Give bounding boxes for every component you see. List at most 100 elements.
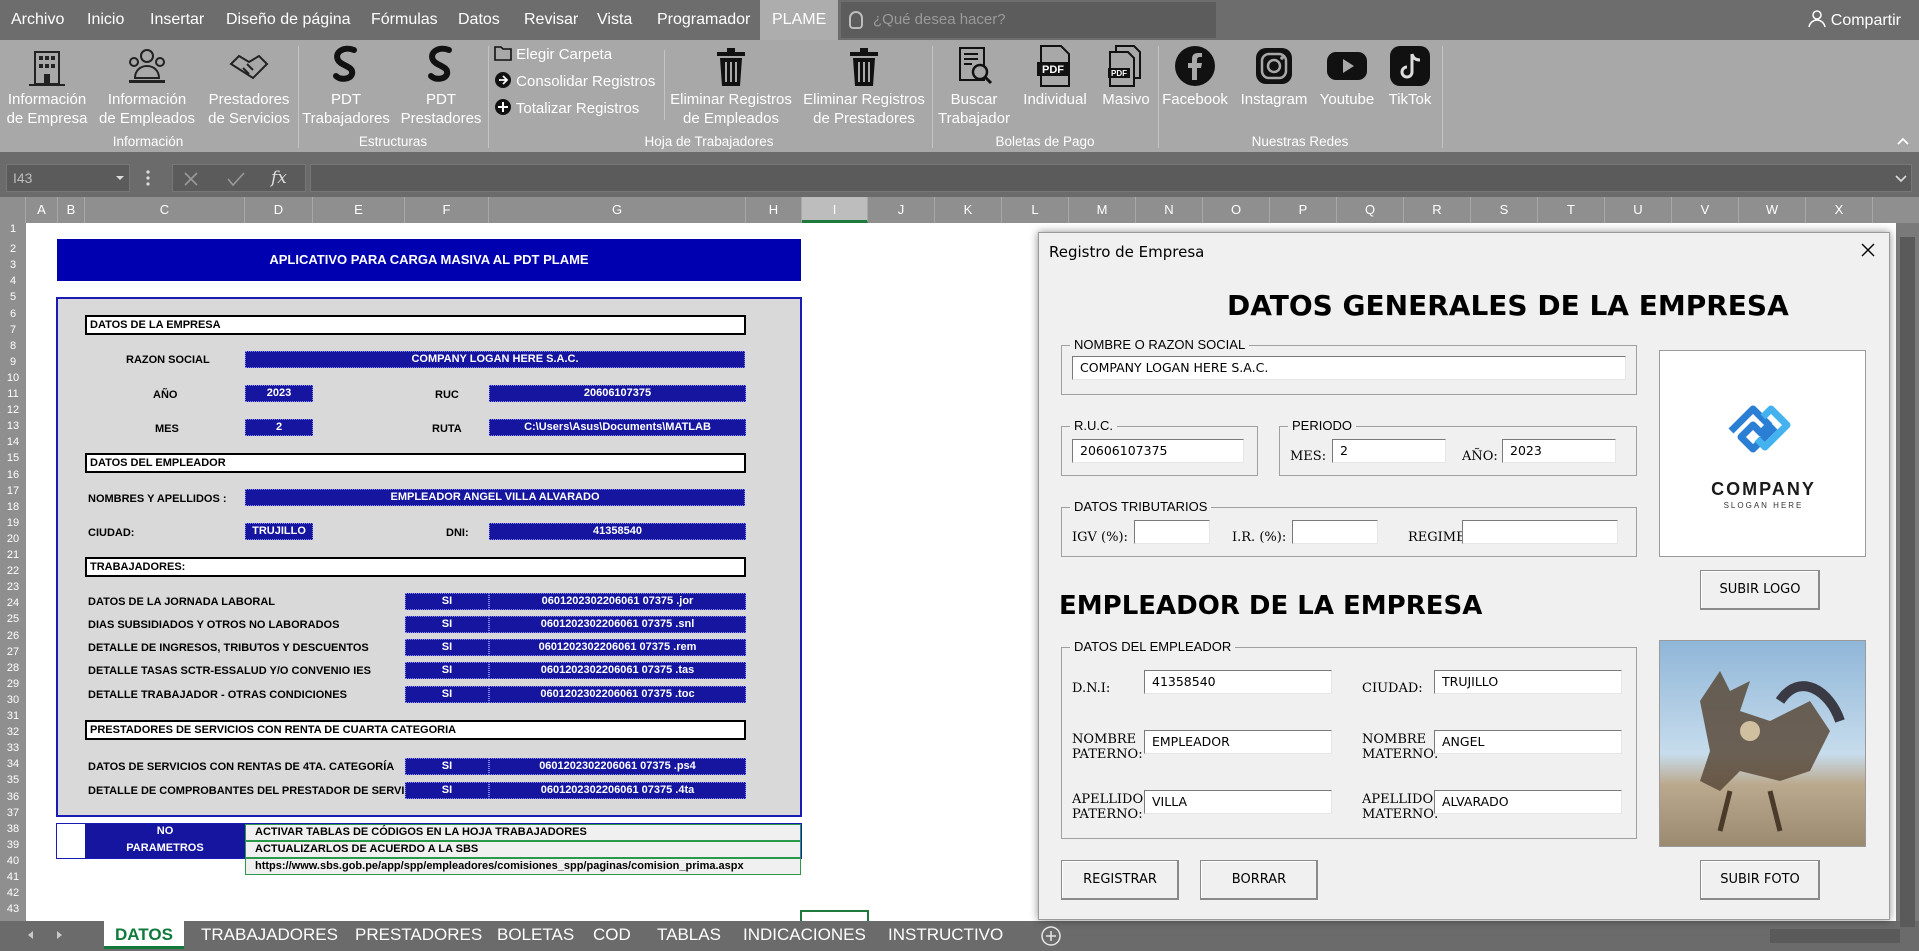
- col-header[interactable]: U: [1605, 197, 1672, 223]
- trab-row-file[interactable]: 0601202302206061 07375 .rem: [489, 639, 746, 656]
- mes-cell[interactable]: 2: [245, 419, 313, 436]
- menu-revisar[interactable]: Revisar: [524, 0, 578, 40]
- col-header[interactable]: K: [935, 197, 1002, 223]
- borrar-button[interactable]: BORRAR: [1200, 860, 1318, 900]
- row-header[interactable]: 29: [0, 678, 26, 690]
- row-header[interactable]: 36: [0, 791, 26, 803]
- row-header[interactable]: 22: [0, 565, 26, 577]
- ir-input[interactable]: [1292, 520, 1378, 544]
- expand-formula-icon[interactable]: [1895, 175, 1907, 183]
- section-trabajadores[interactable]: TRABAJADORES:: [85, 557, 746, 577]
- row-header[interactable]: 16: [0, 469, 26, 481]
- row-header[interactable]: 7: [0, 324, 26, 336]
- col-header[interactable]: N: [1136, 197, 1203, 223]
- col-header[interactable]: G: [489, 197, 746, 223]
- col-header[interactable]: E: [313, 197, 405, 223]
- tiktok-button[interactable]: TikTok: [1380, 44, 1440, 109]
- menu-insertar[interactable]: Insertar: [150, 0, 204, 40]
- menu-plame[interactable]: PLAME: [760, 0, 839, 40]
- row-header[interactable]: 28: [0, 662, 26, 674]
- youtube-button[interactable]: Youtube: [1316, 44, 1378, 109]
- ruta-cell[interactable]: C:\Users\Asus\Documents\MATLAB: [489, 419, 746, 436]
- anio-cell[interactable]: 2023: [245, 385, 313, 402]
- row-header[interactable]: 24: [0, 597, 26, 609]
- trab-row-si[interactable]: SI: [405, 639, 489, 656]
- prest-row-si[interactable]: SI: [405, 758, 489, 775]
- tab-prestadores[interactable]: PRESTADORES: [355, 921, 482, 949]
- row-header[interactable]: 12: [0, 404, 26, 416]
- share-button[interactable]: Compartir: [1808, 0, 1901, 40]
- row-header[interactable]: 26: [0, 630, 26, 642]
- apellido-materno-input[interactable]: ALVARADO: [1434, 790, 1622, 814]
- enter-check-icon[interactable]: [227, 171, 245, 187]
- tab-boletas[interactable]: BOLETAS: [497, 921, 574, 949]
- row-header[interactable]: 33: [0, 742, 26, 754]
- row-header[interactable]: 11: [0, 388, 26, 400]
- menu-datos[interactable]: Datos: [458, 0, 500, 40]
- col-header[interactable]: X: [1806, 197, 1873, 223]
- row-header[interactable]: 18: [0, 501, 26, 513]
- row-header[interactable]: 40: [0, 855, 26, 867]
- row-header[interactable]: 3: [0, 259, 26, 271]
- prestadores-servicios-button[interactable]: Prestadores de Servicios: [206, 44, 292, 128]
- elegir-carpeta-button[interactable]: Elegir Carpeta: [494, 43, 612, 67]
- row-header[interactable]: 34: [0, 758, 26, 770]
- eliminar-empleados-button[interactable]: Eliminar Registros de Empleados: [668, 44, 794, 128]
- row-header[interactable]: 14: [0, 436, 26, 448]
- tab-trabajadores[interactable]: TRABAJADORES: [201, 921, 338, 949]
- row-header[interactable]: 2: [0, 243, 26, 255]
- no-cell[interactable]: NO: [85, 824, 245, 841]
- col-header[interactable]: M: [1069, 197, 1136, 223]
- trab-row-si[interactable]: SI: [405, 616, 489, 633]
- col-header[interactable]: D: [245, 197, 313, 223]
- section-empleador[interactable]: DATOS DEL EMPLEADOR: [85, 453, 746, 473]
- parametros-cell[interactable]: PARAMETROS: [85, 841, 245, 858]
- registrar-button[interactable]: REGISTRAR: [1061, 860, 1179, 900]
- menu-programador[interactable]: Programador: [657, 0, 750, 40]
- col-header[interactable]: R: [1404, 197, 1471, 223]
- row-header[interactable]: 5: [0, 291, 26, 303]
- tab-cod[interactable]: COD: [593, 921, 631, 949]
- row-header[interactable]: 43: [0, 903, 26, 915]
- section-prestadores[interactable]: PRESTADORES DE SERVICIOS CON RENTA DE CU…: [85, 720, 746, 740]
- menu-archivo[interactable]: Archivo: [11, 0, 64, 40]
- ruc-input[interactable]: 20606107375: [1072, 439, 1244, 463]
- row-header[interactable]: 6: [0, 308, 26, 320]
- row-header[interactable]: 42: [0, 887, 26, 899]
- facebook-button[interactable]: Facebook: [1160, 44, 1230, 109]
- prest-row-file[interactable]: 0601202302206061 07375 .4ta: [489, 782, 746, 799]
- menu-formulas[interactable]: Fórmulas: [371, 0, 438, 40]
- row-header[interactable]: 1: [0, 223, 26, 235]
- col-header[interactable]: Q: [1337, 197, 1404, 223]
- informacion-empleados-button[interactable]: Información de Empleados: [98, 44, 196, 128]
- boleta-masivo-button[interactable]: PDF Masivo: [1096, 44, 1156, 109]
- col-header[interactable]: O: [1203, 197, 1270, 223]
- subir-foto-button[interactable]: SUBIR FOTO: [1700, 860, 1820, 900]
- row-header[interactable]: 37: [0, 807, 26, 819]
- tab-datos[interactable]: DATOS: [104, 921, 184, 949]
- boleta-individual-button[interactable]: PDF Individual: [1018, 44, 1092, 109]
- close-icon[interactable]: [1861, 243, 1875, 257]
- row-header[interactable]: 17: [0, 485, 26, 497]
- prest-row-file[interactable]: 0601202302206061 07375 .ps4: [489, 758, 746, 775]
- mes-input[interactable]: 2: [1332, 439, 1446, 463]
- sheet-title[interactable]: APLICATIVO PARA CARGA MASIVA AL PDT PLAM…: [57, 239, 801, 281]
- next-sheet-icon[interactable]: [56, 930, 64, 940]
- consolidar-registros-button[interactable]: Consolidar Registros: [494, 70, 655, 94]
- row-header[interactable]: 41: [0, 871, 26, 883]
- razon-social-cell[interactable]: COMPANY LOGAN HERE S.A.C.: [245, 351, 745, 368]
- row-header[interactable]: 31: [0, 710, 26, 722]
- row-header[interactable]: 21: [0, 549, 26, 561]
- tab-indicaciones[interactable]: INDICACIONES: [743, 921, 866, 949]
- trab-row-file[interactable]: 0601202302206061 07375 .jor: [489, 593, 746, 610]
- trab-row-si[interactable]: SI: [405, 686, 489, 703]
- totalizar-registros-button[interactable]: Totalizar Registros: [494, 97, 639, 121]
- col-header[interactable]: F: [405, 197, 489, 223]
- igv-input[interactable]: [1134, 520, 1210, 544]
- col-header[interactable]: V: [1672, 197, 1739, 223]
- row-header[interactable]: 38: [0, 823, 26, 835]
- pdt-prestadores-button[interactable]: PDT Prestadores: [396, 44, 486, 128]
- col-header[interactable]: A: [26, 197, 58, 223]
- razon-social-input[interactable]: COMPANY LOGAN HERE S.A.C.: [1072, 356, 1626, 380]
- nombre-materno-input[interactable]: ANGEL: [1434, 730, 1622, 754]
